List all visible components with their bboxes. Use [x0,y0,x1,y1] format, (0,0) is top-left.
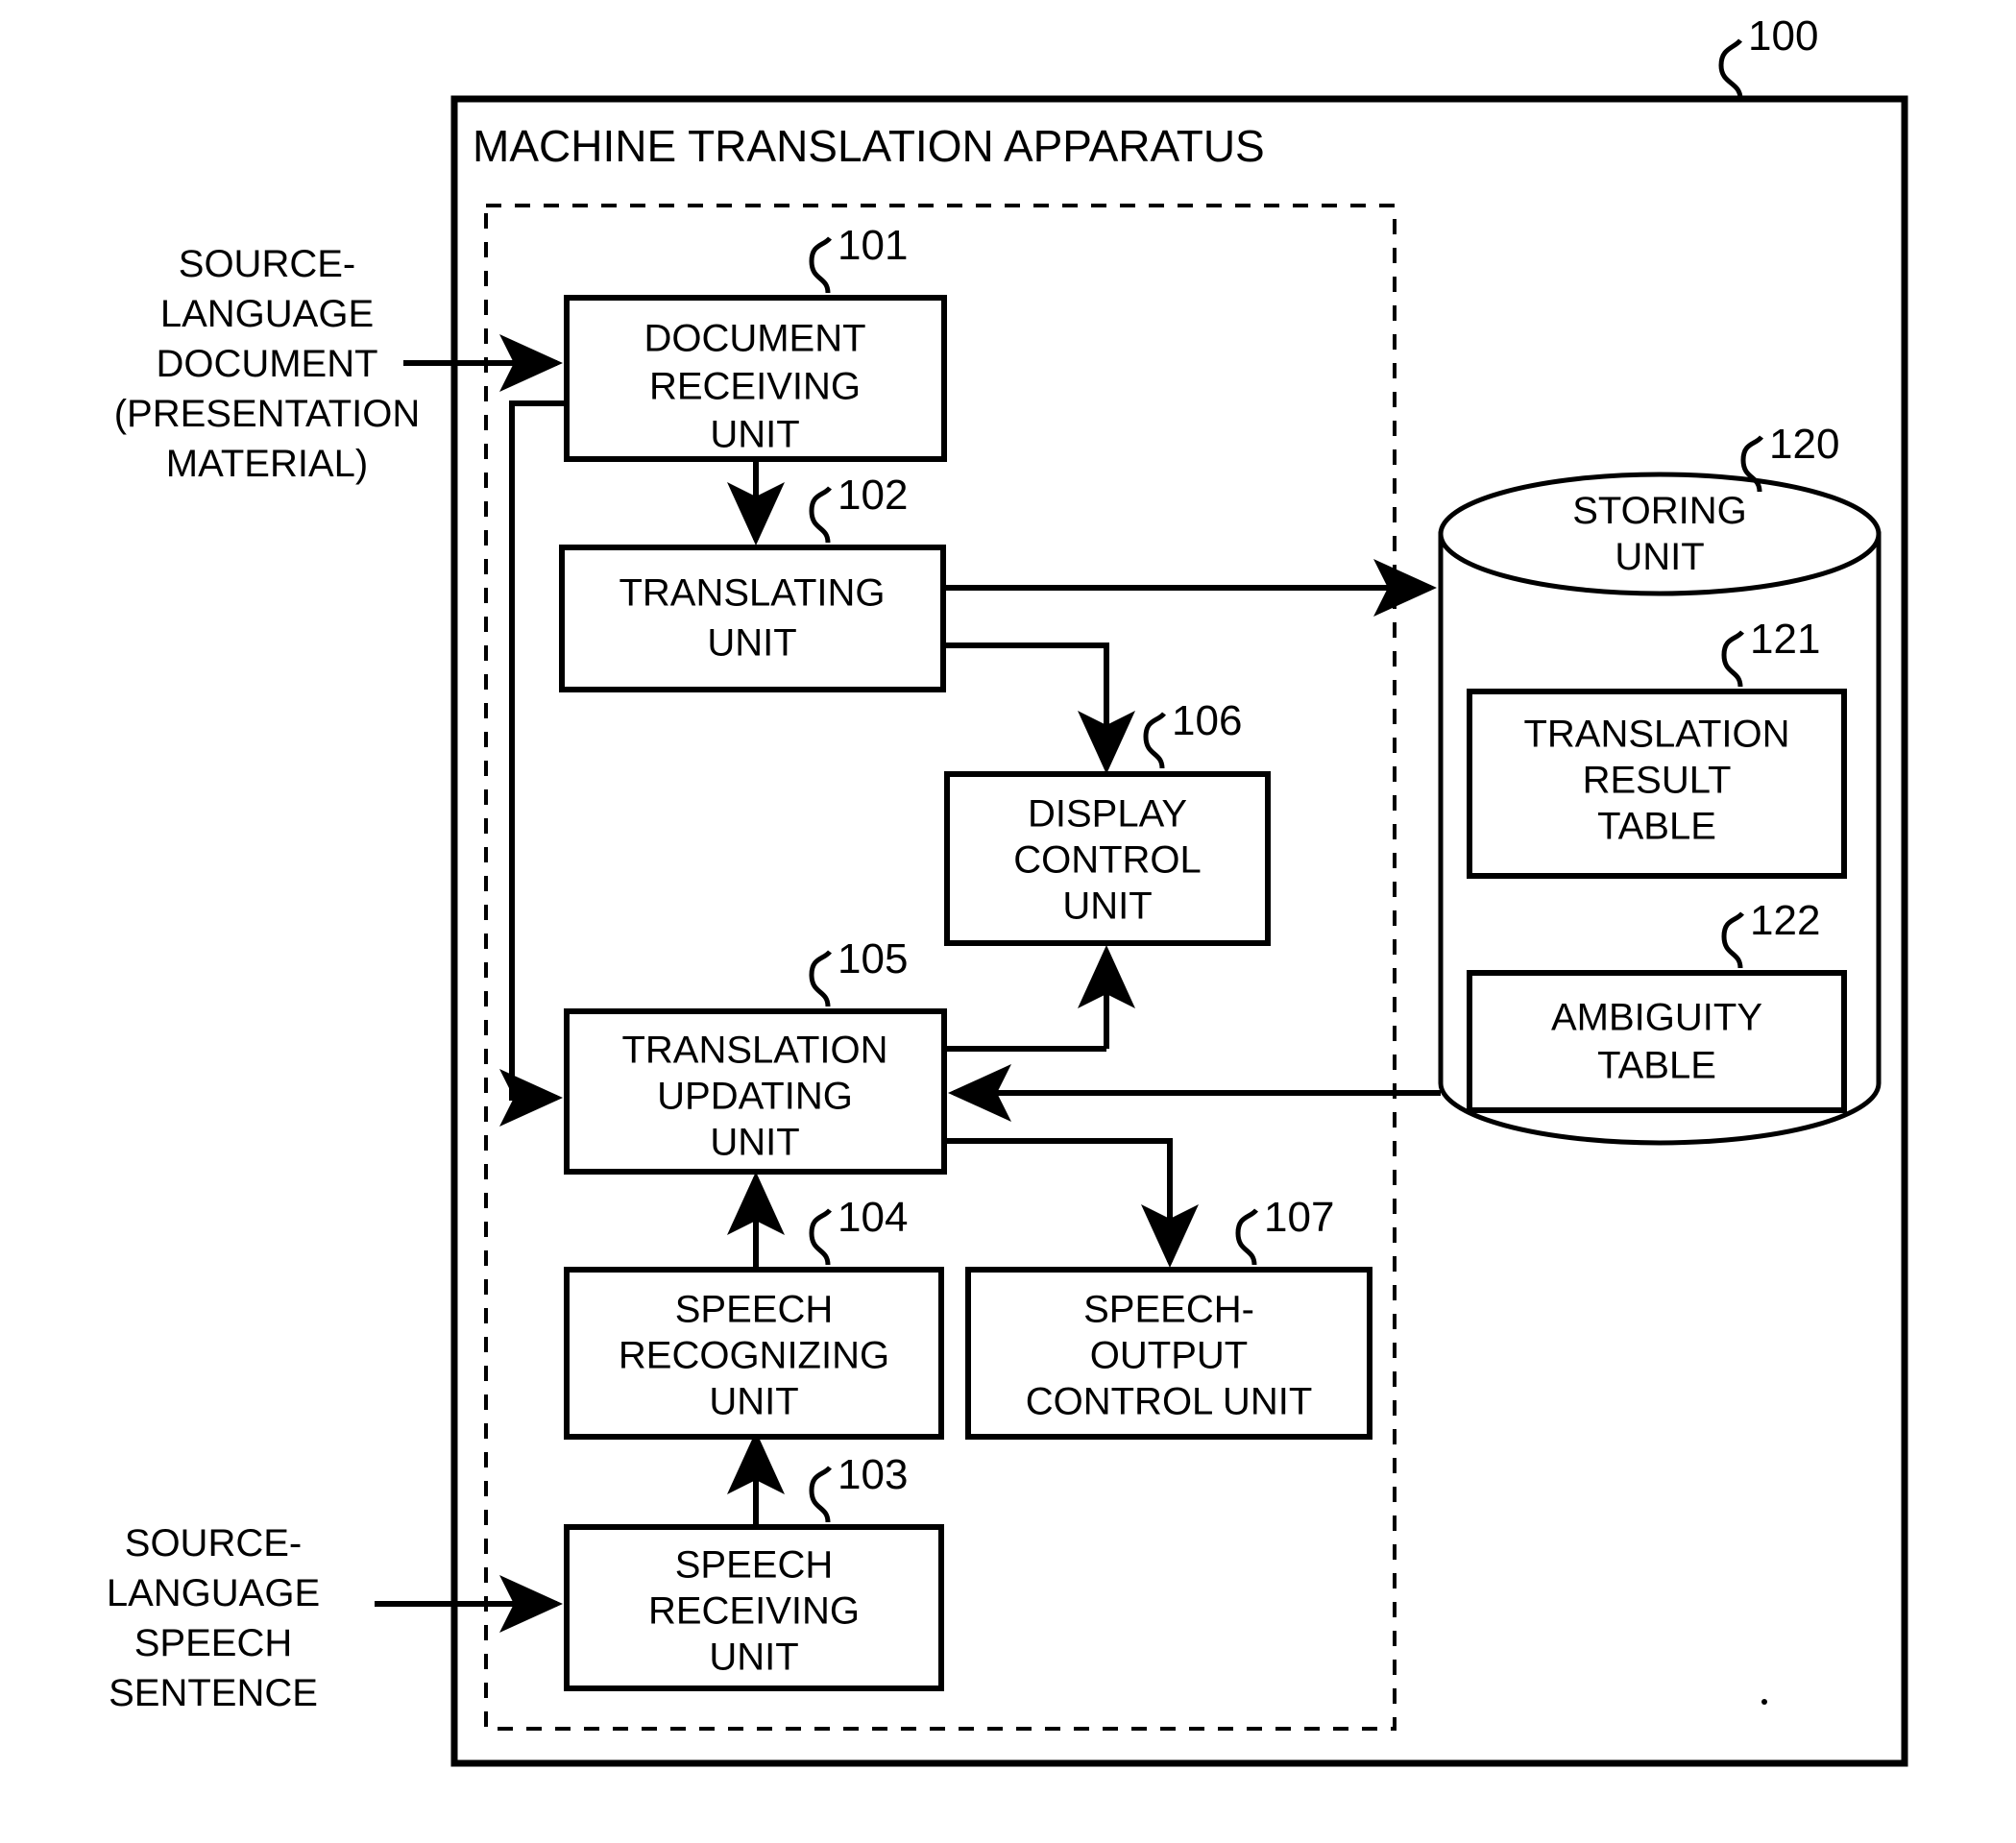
svg-text:SOURCE-: SOURCE- [179,243,355,285]
block-106-line3: UNIT [1062,885,1152,928]
ref-label-103: 103 [838,1451,908,1498]
storing-unit-line1: STORING [1572,490,1747,532]
ref-leader-103 [809,1466,832,1523]
storing-unit-line2: UNIT [1615,536,1704,578]
table-ambiguity-table[interactable]: AMBIGUITY TABLE [1467,970,1847,1113]
block-104-line2: RECOGNIZING [619,1335,889,1377]
table-122-line1: AMBIGUITY [1551,997,1762,1039]
ref-label-120: 120 [1769,421,1839,468]
block-107-line3: CONTROL UNIT [1026,1381,1313,1423]
block-105-line3: UNIT [710,1122,799,1164]
ref-label-107: 107 [1264,1194,1334,1241]
block-translating-unit[interactable]: TRANSLATING UNIT [559,545,946,692]
block-102-line1: TRANSLATING [619,572,885,615]
block-101-line3: UNIT [710,414,799,456]
svg-text:LANGUAGE: LANGUAGE [160,293,374,335]
ref-leader-100 [1718,38,1743,100]
table-121-line2: RESULT [1583,760,1732,802]
block-107-line2: OUTPUT [1090,1335,1248,1377]
ref-label-100: 100 [1748,12,1818,60]
ref-leader-105 [809,950,832,1007]
table-122-line2: TABLE [1597,1045,1716,1087]
table-122-rect[interactable] [1467,970,1847,1113]
table-121-line1: TRANSLATION [1523,714,1789,756]
svg-text:MATERIAL): MATERIAL) [166,443,368,485]
ref-label-104: 104 [838,1194,908,1241]
external-label-source-language-speech-sentence: SOURCE- LANGUAGE SPEECH SENTENCE [107,1522,320,1714]
external-label-source-language-document: SOURCE- LANGUAGE DOCUMENT (PRESENTATION … [114,243,421,485]
svg-text:DOCUMENT: DOCUMENT [156,343,377,385]
block-103-line1: SPEECH [675,1544,834,1587]
connector-101-to-105 [499,400,567,1127]
figure-canvas: 100 MACHINE TRANSLATION APPARATUS SOURCE… [0,0,2016,1843]
block-103-line3: UNIT [709,1637,798,1679]
ref-label-102: 102 [838,472,908,519]
ref-leader-107 [1235,1208,1258,1266]
block-101-line2: RECEIVING [649,366,861,408]
svg-text:SOURCE-: SOURCE- [125,1522,302,1564]
block-104-line1: SPEECH [675,1289,834,1331]
svg-text:SPEECH: SPEECH [134,1622,293,1664]
svg-text:SENTENCE: SENTENCE [109,1672,318,1714]
ref-label-101: 101 [838,222,908,269]
block-106-line2: CONTROL [1013,839,1202,882]
ref-label-121: 121 [1750,616,1820,663]
block-102-line2: UNIT [707,622,796,665]
svg-text:LANGUAGE: LANGUAGE [107,1572,320,1614]
ref-label-122: 122 [1750,897,1820,944]
block-translation-updating-unit[interactable]: TRANSLATION UPDATING UNIT [564,1008,947,1175]
table-translation-result-table[interactable]: TRANSLATION RESULT TABLE [1467,689,1847,879]
block-106-line1: DISPLAY [1028,793,1187,836]
ref-leader-102 [809,486,832,544]
block-speech-receiving-unit[interactable]: SPEECH RECEIVING UNIT [564,1524,944,1691]
block-speech-output-control-unit[interactable]: SPEECH- OUTPUT CONTROL UNIT [965,1267,1372,1440]
ref-label-106: 106 [1172,697,1242,744]
table-121-line3: TABLE [1597,806,1716,848]
block-display-control-unit[interactable]: DISPLAY CONTROL UNIT [944,771,1271,946]
ref-leader-101 [809,236,832,294]
block-103-line2: RECEIVING [648,1590,860,1633]
ref-leader-104 [809,1208,832,1266]
apparatus-title: MACHINE TRANSLATION APPARATUS [473,121,1265,171]
ref-label-105: 105 [838,935,908,982]
block-speech-recognizing-unit[interactable]: SPEECH RECOGNIZING UNIT [564,1267,944,1440]
ref-leader-106 [1143,712,1166,769]
connector-102-to-106 [941,643,1135,774]
block-document-receiving-unit[interactable]: DOCUMENT RECEIVING UNIT [564,295,947,462]
block-107-line1: SPEECH- [1083,1289,1254,1331]
block-104-line3: UNIT [709,1381,798,1423]
svg-text:(PRESENTATION: (PRESENTATION [114,393,421,435]
block-101-line1: DOCUMENT [644,318,865,360]
block-102-rect[interactable] [559,545,946,692]
connector-105-to-107 [944,1138,1199,1268]
stray-mark [1761,1699,1767,1705]
block-105-line1: TRANSLATION [621,1030,887,1072]
block-105-line2: UPDATING [657,1076,853,1118]
